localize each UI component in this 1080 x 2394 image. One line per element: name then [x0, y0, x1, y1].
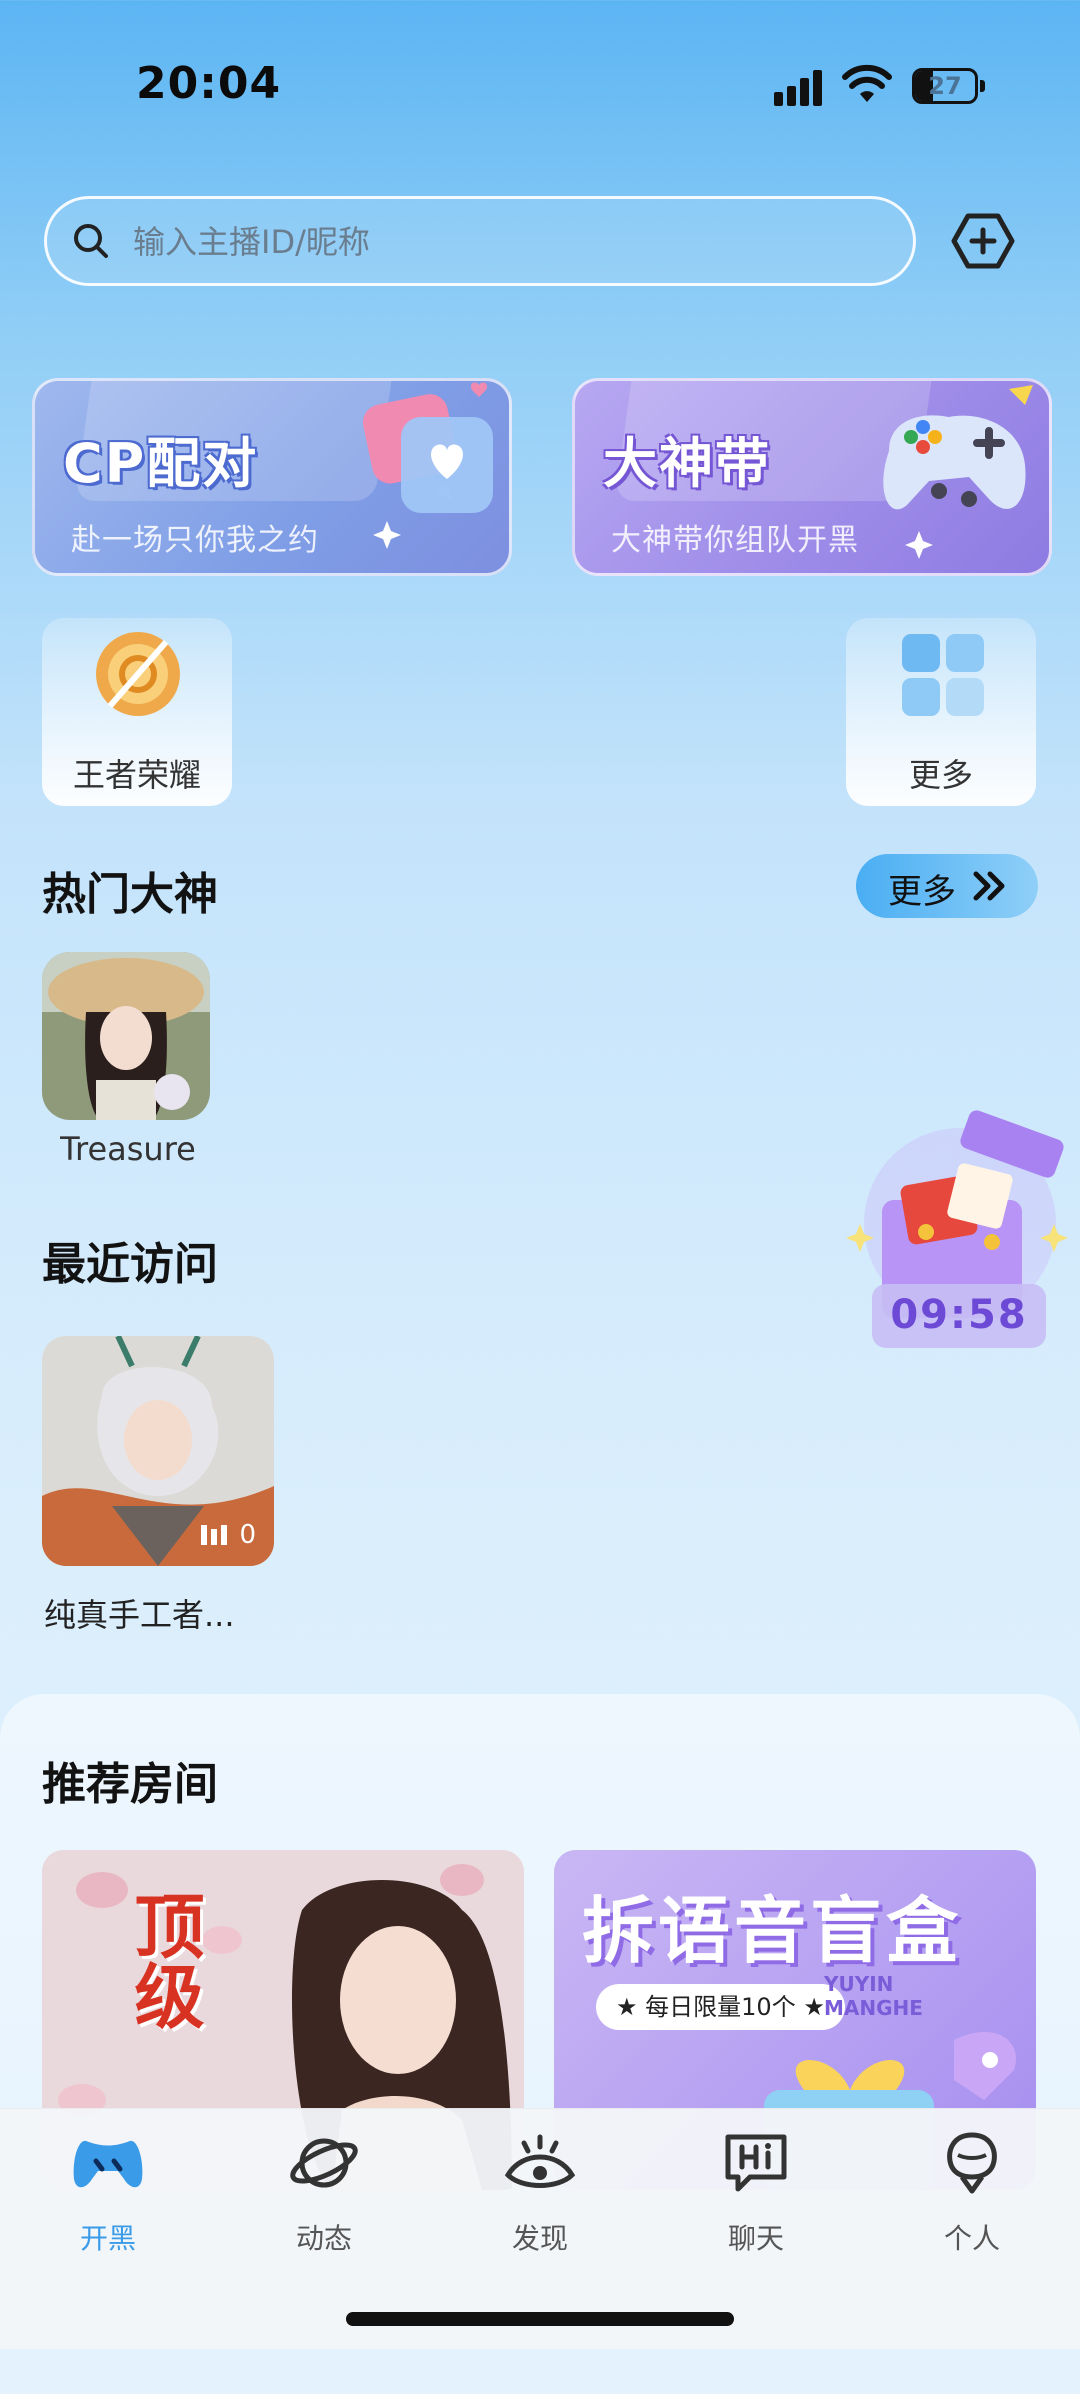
tab-label: 动态 — [295, 2222, 352, 2255]
double-chevron-right-icon — [973, 871, 1005, 901]
tab-label: 聊天 — [727, 2222, 784, 2255]
status-time: 20:04 — [136, 58, 282, 109]
tab-liaotian[interactable]: 聊天 — [686, 2131, 826, 2261]
heart-chat-icon — [362, 382, 493, 549]
battery-icon: 27 — [912, 68, 978, 104]
recommended-title: 推荐房间 — [42, 1759, 218, 1810]
more-label: 更多 — [888, 872, 956, 912]
star-icon: ★ — [616, 1993, 646, 2021]
room-cover-tag: YUYIN MANGHE — [824, 1972, 923, 2020]
tab-dongtai[interactable]: 动态 — [254, 2131, 394, 2261]
recent-room-hot-count: 0 — [239, 1520, 256, 1550]
category-more[interactable]: 更多 — [846, 618, 1036, 806]
tab-geren[interactable]: 个人 — [902, 2131, 1042, 2261]
search-icon — [74, 224, 108, 258]
tab-label: 开黑 — [79, 2222, 136, 2255]
recent-room-card[interactable]: 0 — [42, 1336, 274, 1566]
battery-tip — [980, 80, 985, 92]
gift-timer: 09:58 — [872, 1284, 1046, 1348]
god-name: Treasure — [60, 1130, 196, 1168]
search-bar[interactable] — [44, 196, 916, 286]
cp-match-subtitle: 赴一场只你我之约 — [71, 523, 319, 558]
god-carry-banner[interactable]: 大神带 大神带你组队开黑 — [572, 378, 1052, 576]
add-room-icon[interactable] — [948, 208, 1018, 274]
god-carry-title: 大神带 — [603, 432, 771, 495]
wifi-icon — [842, 64, 892, 102]
recent-title: 最近访问 — [42, 1239, 218, 1290]
god-avatar[interactable] — [42, 952, 210, 1120]
category-wangzhe[interactable]: 王者荣耀 — [42, 618, 232, 806]
room-cover-text: 顶级 — [123, 1890, 205, 2030]
eye-icon — [504, 2134, 576, 2188]
gamepad-icon — [73, 2140, 143, 2188]
person-icon — [947, 2132, 997, 2194]
gift-timer-text: 09:58 — [890, 1292, 1028, 1338]
gamepad-art-icon — [883, 385, 1033, 559]
cp-match-banner[interactable]: CP配对 赴一场只你我之约 — [32, 378, 512, 576]
battery-level: 27 — [928, 72, 962, 100]
hot-gods-more-button[interactable]: 更多 — [856, 854, 1038, 918]
search-input[interactable] — [131, 213, 875, 271]
recent-room-name: 纯真手工者... — [44, 1596, 235, 1634]
room-cover-subtitle: 每日限量10个 — [645, 1993, 796, 2021]
category-label: 更多 — [908, 756, 973, 794]
grid-icon — [902, 634, 984, 716]
home-indicator[interactable] — [346, 2312, 734, 2326]
recent-room-hot: 0 — [201, 1520, 256, 1550]
god-avatar-image — [42, 952, 210, 1120]
tab-kaihei[interactable]: 开黑 — [38, 2131, 178, 2261]
god-carry-subtitle: 大神带你组队开黑 — [611, 523, 859, 558]
game-badge-icon — [96, 632, 180, 716]
hi-chat-icon — [725, 2134, 787, 2192]
tab-label: 个人 — [943, 2222, 1000, 2255]
category-label: 王者荣耀 — [72, 756, 201, 794]
room-cover-title: 拆语音盲盒 — [582, 1889, 963, 1973]
hot-gods-title: 热门大神 — [42, 869, 218, 920]
cellular-signal-icon — [774, 70, 824, 106]
tab-faxian[interactable]: 发现 — [470, 2131, 610, 2261]
tab-label: 发现 — [511, 2222, 568, 2255]
audio-bars-icon — [201, 1525, 228, 1545]
planet-icon — [290, 2138, 358, 2188]
star-icon: ★ — [795, 1993, 825, 2021]
cp-match-title: CP配对 — [63, 432, 259, 495]
